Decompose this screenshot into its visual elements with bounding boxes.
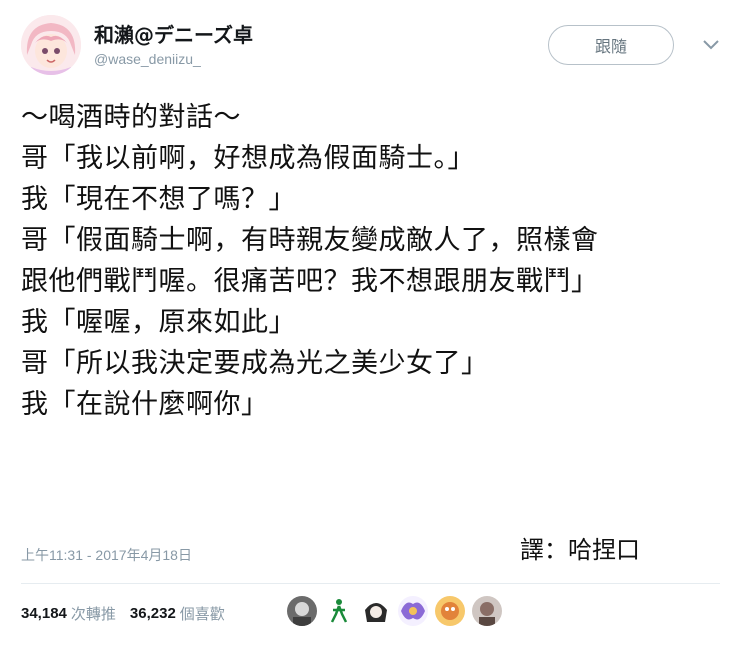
tweet-header: 和瀨@デニーズ卓 @wase_deniizu_ 跟隨 bbox=[0, 0, 736, 100]
tweet-stats: 34,184 次轉推 36,232 個喜歡 bbox=[21, 598, 239, 628]
anime-girl-avatar-icon bbox=[21, 15, 81, 75]
tweet-line: 跟他們戰鬥喔。很痛苦吧？我不想跟朋友戰鬥」 bbox=[21, 266, 599, 297]
tweet-line: 我「在說什麼啊你」 bbox=[21, 389, 269, 420]
retweets-count[interactable]: 34,184 bbox=[21, 605, 67, 622]
tweet-text: ～喝酒時的對話～ 哥「我以前啊，好想成為假面騎士。」 我「現在不想了嗎？」 哥「… bbox=[21, 97, 721, 425]
likes-label[interactable]: 個喜歡 bbox=[180, 603, 225, 624]
tweet-line: 哥「假面騎士啊，有時親友變成敵人了，照樣會 bbox=[21, 225, 599, 256]
liker-avatar[interactable] bbox=[398, 596, 428, 626]
tweet-timestamp[interactable]: 上午11:31 - 2017年4月18日 bbox=[21, 545, 192, 565]
author-handle[interactable]: @wase_deniizu_ bbox=[94, 51, 201, 67]
liker-avatars bbox=[287, 596, 509, 628]
liker-avatar[interactable] bbox=[435, 596, 465, 626]
tweet-line: 哥「我以前啊，好想成為假面騎士。」 bbox=[21, 143, 475, 174]
author-avatar[interactable] bbox=[21, 15, 81, 75]
likes-count[interactable]: 36,232 bbox=[130, 605, 176, 622]
divider bbox=[21, 583, 720, 584]
liker-avatar[interactable] bbox=[472, 596, 502, 626]
tweet-line: 我「喔喔，原來如此」 bbox=[21, 307, 296, 338]
retweets-label[interactable]: 次轉推 bbox=[71, 603, 116, 624]
tweet-line: ～喝酒時的對話～ bbox=[21, 102, 241, 133]
chevron-down-icon[interactable] bbox=[701, 38, 721, 52]
liker-avatar[interactable] bbox=[361, 596, 391, 626]
author-display-name[interactable]: 和瀨@デニーズ卓 bbox=[94, 19, 253, 48]
translation-credit: 譯：哈捏口 bbox=[520, 536, 640, 564]
follow-button[interactable]: 跟隨 bbox=[548, 25, 674, 65]
tweet-line: 哥「所以我決定要成為光之美少女了」 bbox=[21, 348, 489, 379]
liker-avatar[interactable] bbox=[324, 596, 354, 626]
liker-avatar[interactable] bbox=[287, 596, 317, 626]
tweet-line: 我「現在不想了嗎？」 bbox=[21, 184, 296, 215]
